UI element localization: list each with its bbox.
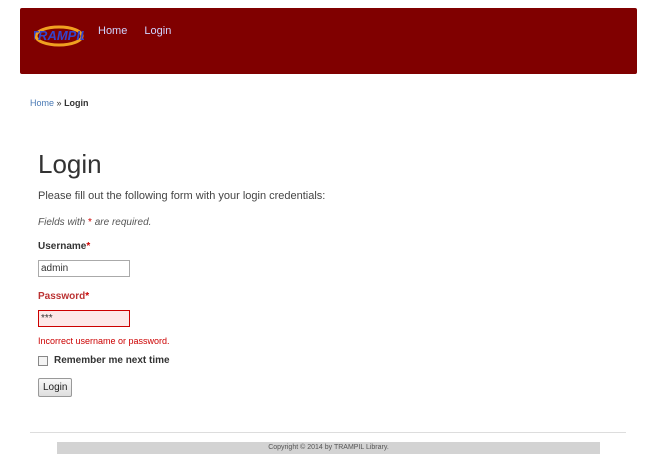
username-required-mark: * [86, 241, 91, 252]
main-nav: Home Login [98, 25, 185, 37]
nav-login[interactable]: Login [144, 25, 171, 37]
password-label: Password* [38, 291, 89, 302]
remember-me-label[interactable]: Remember me next time [54, 355, 170, 366]
logo-text: TRAMPIL [34, 28, 84, 43]
trampil-logo[interactable]: TRAMPIL [34, 18, 84, 52]
header-bar: TRAMPIL Home Login [20, 8, 637, 74]
required-note-suffix: are required. [94, 217, 152, 228]
password-required-mark: * [85, 291, 90, 302]
password-input[interactable] [38, 310, 130, 327]
required-note-prefix: Fields with [38, 217, 86, 228]
login-button[interactable]: Login [38, 378, 73, 397]
breadcrumb-home[interactable]: Home [30, 98, 54, 108]
required-note: Fields with * are required. [38, 217, 151, 228]
breadcrumb-current: Login [64, 98, 89, 108]
remember-me-row: Remember me next time [38, 355, 170, 366]
page: TRAMPIL Home Login Home » Login Login Pl… [0, 0, 645, 454]
username-label-text: Username [38, 241, 87, 252]
footer-divider [30, 432, 626, 433]
page-title: Login [38, 149, 102, 179]
remember-me-checkbox[interactable] [38, 355, 48, 366]
intro-text: Please fill out the following form with … [38, 190, 326, 202]
breadcrumb: Home » Login [30, 98, 89, 108]
footer: Copyright © 2014 by TRAMPIL Library. [57, 442, 600, 454]
required-note-star: * [88, 217, 92, 228]
nav-home[interactable]: Home [98, 25, 127, 37]
username-label: Username* [38, 241, 90, 252]
username-input[interactable] [38, 260, 130, 277]
breadcrumb-separator: » [56, 98, 62, 108]
login-error-message: Incorrect username or password. [38, 336, 170, 346]
password-label-text: Password [38, 291, 86, 302]
